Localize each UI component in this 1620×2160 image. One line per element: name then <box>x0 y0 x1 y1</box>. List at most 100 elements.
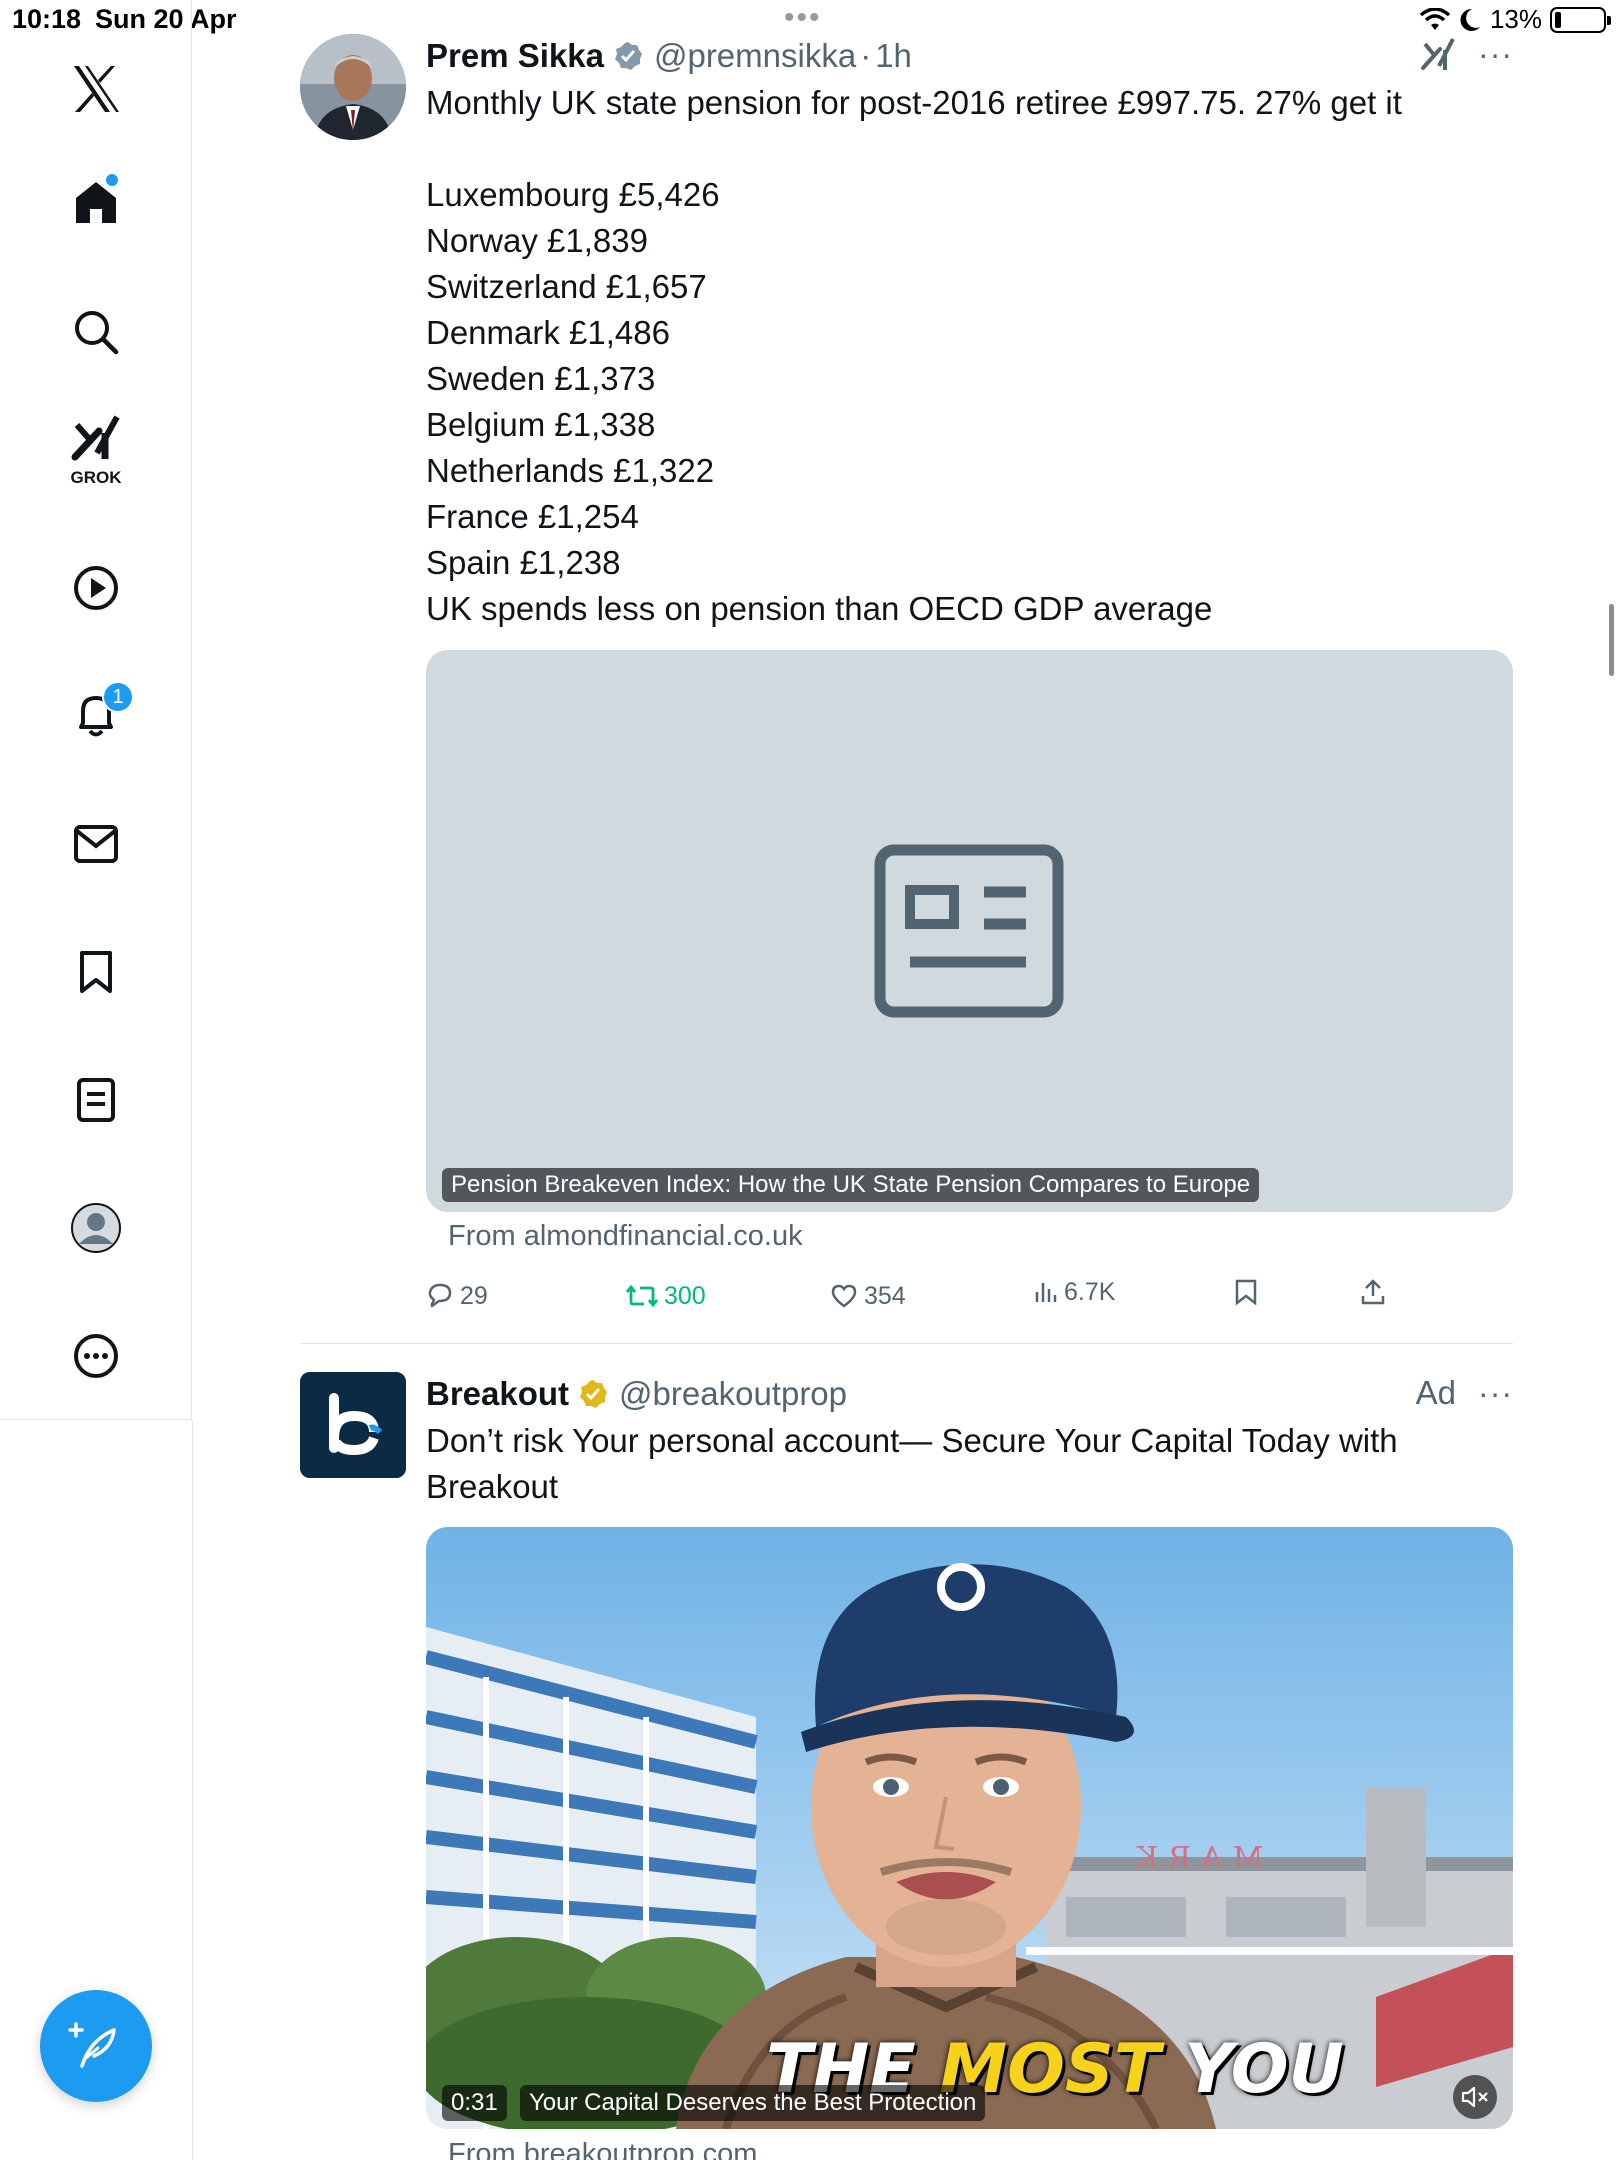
author-name[interactable]: Breakout <box>426 1375 569 1413</box>
scrollbar[interactable] <box>1609 604 1614 676</box>
search-icon <box>75 311 119 355</box>
home-new-dot <box>106 174 118 186</box>
breakout-logo-icon <box>300 1372 406 1478</box>
tweet-line: UK spends less on pension than OECD GDP … <box>426 590 1213 627</box>
sidebar-item-messages[interactable] <box>56 804 136 884</box>
video-caption: Your Capital Deserves the Best Protectio… <box>520 2085 986 2121</box>
tweet-line: Don’t risk Your personal account— Secure… <box>426 1422 1398 1459</box>
battery-percent: 13% <box>1489 4 1542 34</box>
tweet-line: Denmark £1,486 <box>426 314 670 351</box>
video-player[interactable]: MARK THE MOST YOU 0:31 Your Capital Dese… <box>426 1527 1513 2129</box>
tweet-line: Breakout <box>426 1468 559 1505</box>
tweet-line <box>426 126 1513 172</box>
more-icon <box>74 1334 118 1378</box>
reply-icon <box>428 1283 452 1308</box>
tweet-header-actions: Ad ··· <box>1416 1374 1513 1412</box>
views-count: 6.7K <box>1064 1277 1116 1306</box>
multitasking-dots[interactable]: ••• <box>784 3 822 33</box>
tweet-header: Prem Sikka @premnsikka · 1h <box>426 34 1513 78</box>
bookmark-icon <box>80 951 112 993</box>
mail-icon <box>74 825 118 863</box>
bookmark-icon <box>1235 1279 1257 1306</box>
building-sign: MARK <box>1126 1841 1264 1876</box>
views-chart-icon <box>1035 1283 1057 1302</box>
compose-button[interactable] <box>40 1990 152 2102</box>
mute-button[interactable] <box>1453 2075 1497 2119</box>
status-indicators: 13% <box>1419 4 1611 35</box>
like-button[interactable]: 354 <box>830 1276 906 1316</box>
grok-icon[interactable] <box>1420 36 1456 72</box>
muted-speaker-icon <box>1461 2086 1488 2108</box>
tweet-prem-sikka[interactable]: Prem Sikka @premnsikka · 1h ··· Monthly … <box>300 34 1513 1334</box>
grok-label: GROK <box>70 468 122 487</box>
reply-button[interactable]: 29 <box>426 1276 488 1316</box>
avatar[interactable] <box>300 34 406 140</box>
link-card[interactable]: Pension Breakeven Index: How the UK Stat… <box>426 650 1513 1212</box>
x-logo-icon <box>74 66 119 112</box>
wifi-icon <box>1419 7 1450 30</box>
card-source[interactable]: From almondfinancial.co.uk <box>448 1220 803 1253</box>
author-photo <box>300 34 406 140</box>
sidebar-item-home[interactable] <box>56 162 136 242</box>
sidebar-item-search[interactable] <box>56 292 136 372</box>
tweet-time[interactable]: 1h <box>875 37 912 75</box>
play-icon <box>74 566 118 610</box>
tweet-line: Spain £1,238 <box>426 544 621 581</box>
tweet-line: Netherlands £1,322 <box>426 452 715 489</box>
list-icon <box>77 1078 115 1122</box>
author-handle[interactable]: @premnsikka <box>654 37 856 75</box>
tweet-header: Breakout @breakoutprop <box>426 1372 1513 1416</box>
sidebar-item-profile[interactable] <box>56 1188 136 1268</box>
gold-verified-badge-icon <box>580 1380 608 1408</box>
more-options-icon[interactable]: ··· <box>1478 38 1513 70</box>
moon-icon <box>1460 8 1480 31</box>
bookmark-button[interactable] <box>1234 1272 1258 1312</box>
tweet-text: Monthly UK state pension for post-2016 r… <box>426 80 1513 632</box>
more-options-icon[interactable]: ··· <box>1478 1377 1513 1409</box>
sidebar-item-more[interactable] <box>56 1316 136 1396</box>
profile-icon <box>71 1203 121 1253</box>
verified-badge-icon <box>614 42 642 70</box>
grok-icon <box>71 415 120 461</box>
tweet-text: Don’t risk Your personal account— Secure… <box>426 1418 1513 1510</box>
share-button[interactable] <box>1360 1272 1386 1312</box>
sidebar-item-notifications[interactable]: 1 <box>56 675 136 755</box>
tweet-line: Belgium £1,338 <box>426 406 656 443</box>
card-title: Pension Breakeven Index: How the UK Stat… <box>442 1168 1260 1202</box>
x-logo[interactable] <box>56 49 136 129</box>
ad-label: Ad <box>1415 1374 1457 1411</box>
repost-button[interactable]: 300 <box>626 1276 706 1316</box>
battery-icon <box>1550 6 1611 33</box>
compose-feather-icon <box>68 2022 116 2068</box>
share-icon <box>1361 1279 1385 1305</box>
repost-icon <box>626 1284 658 1308</box>
tweet-line: Luxembourg £5,426 <box>426 176 720 213</box>
tweet-line: Norway £1,839 <box>426 222 648 259</box>
time-separator: · <box>860 37 872 74</box>
overlay-word: YOU <box>1183 2030 1344 2109</box>
like-count: 354 <box>864 1281 906 1310</box>
sidebar-item-lists[interactable] <box>56 1060 136 1140</box>
tweet-line: Sweden £1,373 <box>426 360 656 397</box>
video-duration: 0:31 <box>442 2085 507 2121</box>
avatar[interactable] <box>300 1372 406 1478</box>
card-source[interactable]: From breakoutprop.com <box>448 2138 757 2160</box>
sidebar-item-grok[interactable]: GROK <box>56 408 136 488</box>
tweet-line: France £1,254 <box>426 498 639 535</box>
tweet-divider <box>300 1343 1513 1344</box>
notifications-badge: 1 <box>102 681 134 713</box>
heart-icon <box>831 1284 857 1308</box>
author-name[interactable]: Prem Sikka <box>426 37 604 75</box>
author-handle[interactable]: @breakoutprop <box>619 1375 847 1413</box>
repost-count: 300 <box>664 1281 706 1310</box>
tweet-header-actions: ··· <box>1420 36 1513 72</box>
tweet-line: Monthly UK state pension for post-2016 r… <box>426 84 1402 121</box>
sidebar-item-bookmarks[interactable] <box>56 932 136 1012</box>
sidebar-item-video[interactable] <box>56 548 136 628</box>
tweet-actions: 29 300 354 6.7K <box>426 1276 1426 1316</box>
reply-count: 29 <box>460 1281 488 1310</box>
tweet-breakout-ad[interactable]: Breakout @breakoutprop Ad ··· Don’t risk… <box>300 1372 1513 2160</box>
tweet-line: Switzerland £1,657 <box>426 268 707 305</box>
sidebar: GROK 1 <box>0 0 192 1420</box>
views-button[interactable]: 6.7K <box>1034 1272 1115 1312</box>
